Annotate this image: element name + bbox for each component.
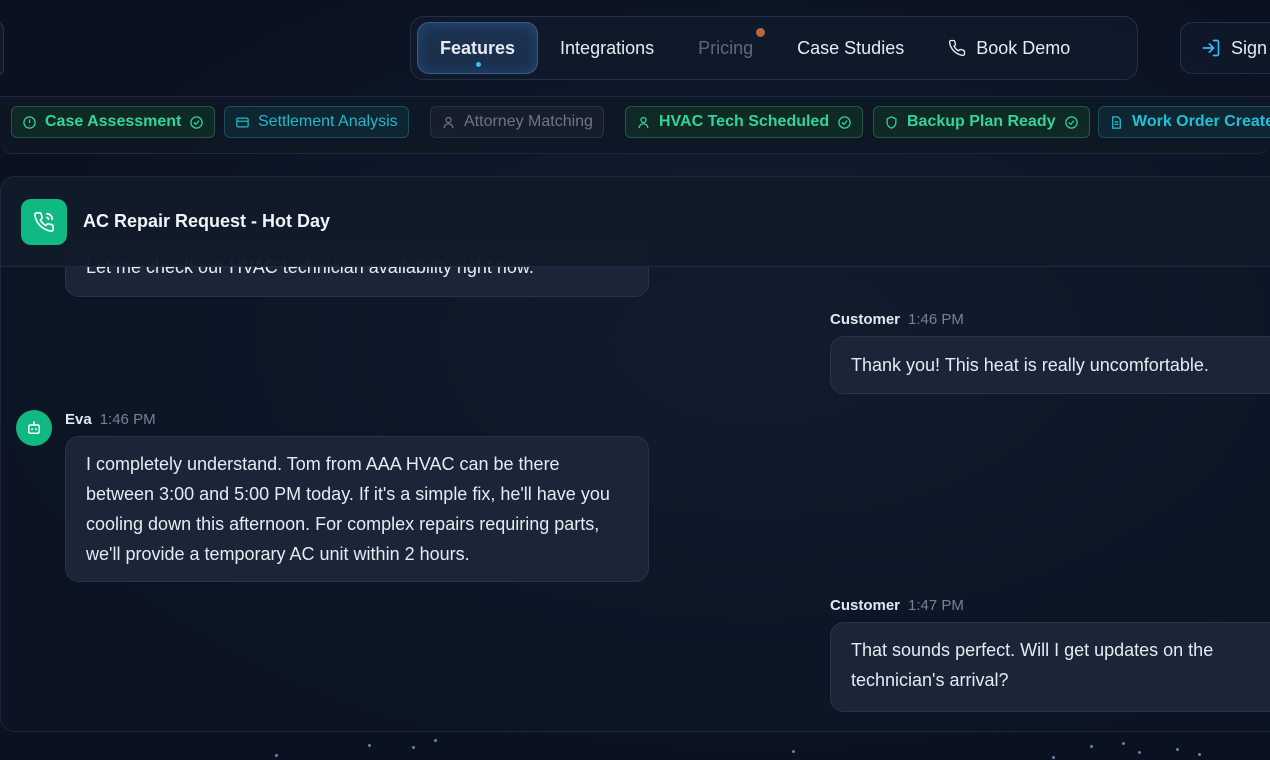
- conversation-header: AC Repair Request - Hot Day: [1, 177, 1270, 267]
- notification-dot: [756, 28, 766, 37]
- nav-pricing-label: Pricing: [698, 37, 754, 58]
- workflow-chip-strip: Case Assessment Settlement Analysis Atto…: [0, 96, 1270, 154]
- decorative-starfield: [0, 732, 1270, 760]
- conversation-panel: AC Repair Request - Hot Day Let me check…: [0, 176, 1270, 732]
- alert-circle-icon: [23, 115, 36, 129]
- message-meta-customer: Customer 1:46 PM: [830, 311, 964, 328]
- nav-case-studies[interactable]: Case Studies: [775, 22, 926, 74]
- nav-pricing[interactable]: Pricing: [676, 22, 775, 74]
- chip-label: Work Order Create: [1132, 113, 1270, 130]
- message-text: That sounds perfect. Will I get updates …: [851, 640, 1214, 690]
- shield-icon: [886, 115, 897, 129]
- message-time: 1:46 PM: [908, 311, 964, 328]
- message-bubble-customer: That sounds perfect. Will I get updates …: [830, 622, 1270, 712]
- nav-integrations-label: Integrations: [560, 37, 655, 58]
- nav-book-demo-label: Book Demo: [976, 37, 1071, 58]
- chip-label: Attorney Matching: [464, 113, 593, 130]
- chip-backup-plan-ready[interactable]: Backup Plan Ready: [873, 106, 1090, 138]
- page: Features Integrations Pricing Case Studi…: [0, 0, 1270, 760]
- sign-in-label: Sign: [1231, 37, 1268, 58]
- message-meta-eva: Eva 1:46 PM: [65, 411, 156, 428]
- document-icon: [1112, 115, 1121, 129]
- message-bubble-customer: Thank you! This heat is really uncomfort…: [830, 336, 1270, 394]
- conversation-title: AC Repair Request - Hot Day: [83, 211, 331, 231]
- user-icon: [443, 116, 454, 128]
- chip-case-assessment[interactable]: Case Assessment: [11, 106, 216, 138]
- sender-name: Eva: [65, 411, 92, 428]
- user-icon: [638, 116, 649, 128]
- check-circle-icon: [190, 115, 204, 129]
- phone-call-icon: [21, 198, 67, 245]
- check-circle-icon: [1064, 115, 1078, 129]
- sign-in-button[interactable]: Sign: [1180, 22, 1270, 74]
- nav-integrations[interactable]: Integrations: [538, 22, 676, 74]
- chip-label: Case Assessment: [45, 113, 182, 130]
- sign-in-icon: [1202, 39, 1220, 57]
- nav-case-studies-label: Case Studies: [797, 37, 905, 58]
- chip-label: HVAC Tech Scheduled: [659, 113, 830, 130]
- message-meta-customer: Customer 1:47 PM: [830, 597, 964, 614]
- message-text: Thank you! This heat is really uncomfort…: [851, 355, 1209, 375]
- message-bubble-eva: I completely understand. Tom from AAA HV…: [65, 436, 649, 582]
- chip-label: Backup Plan Ready: [907, 113, 1056, 130]
- nav-features[interactable]: Features: [417, 22, 539, 74]
- chip-hvac-tech-scheduled[interactable]: HVAC Tech Scheduled: [625, 106, 864, 138]
- chip-work-order-created[interactable]: Work Order Create: [1098, 106, 1270, 138]
- nav-features-label: Features: [440, 37, 516, 58]
- sender-name: Customer: [830, 311, 901, 328]
- chip-settlement-analysis[interactable]: Settlement Analysis: [224, 106, 409, 138]
- sender-name: Customer: [830, 597, 901, 614]
- card-icon: [236, 117, 249, 127]
- chip-attorney-matching[interactable]: Attorney Matching: [430, 106, 604, 138]
- active-indicator-dot: [475, 62, 481, 67]
- logo-container-edge[interactable]: [0, 22, 4, 76]
- top-nav: Features Integrations Pricing Case Studi…: [410, 16, 1138, 80]
- phone-icon: [949, 39, 966, 57]
- message-time: 1:47 PM: [908, 597, 964, 614]
- chip-label: Settlement Analysis: [258, 113, 398, 130]
- check-circle-icon: [838, 115, 851, 129]
- bot-avatar-icon: [16, 410, 52, 446]
- nav-book-demo[interactable]: Book Demo: [926, 22, 1092, 74]
- message-text: I completely understand. Tom from AAA HV…: [86, 454, 610, 564]
- message-time: 1:46 PM: [99, 411, 156, 428]
